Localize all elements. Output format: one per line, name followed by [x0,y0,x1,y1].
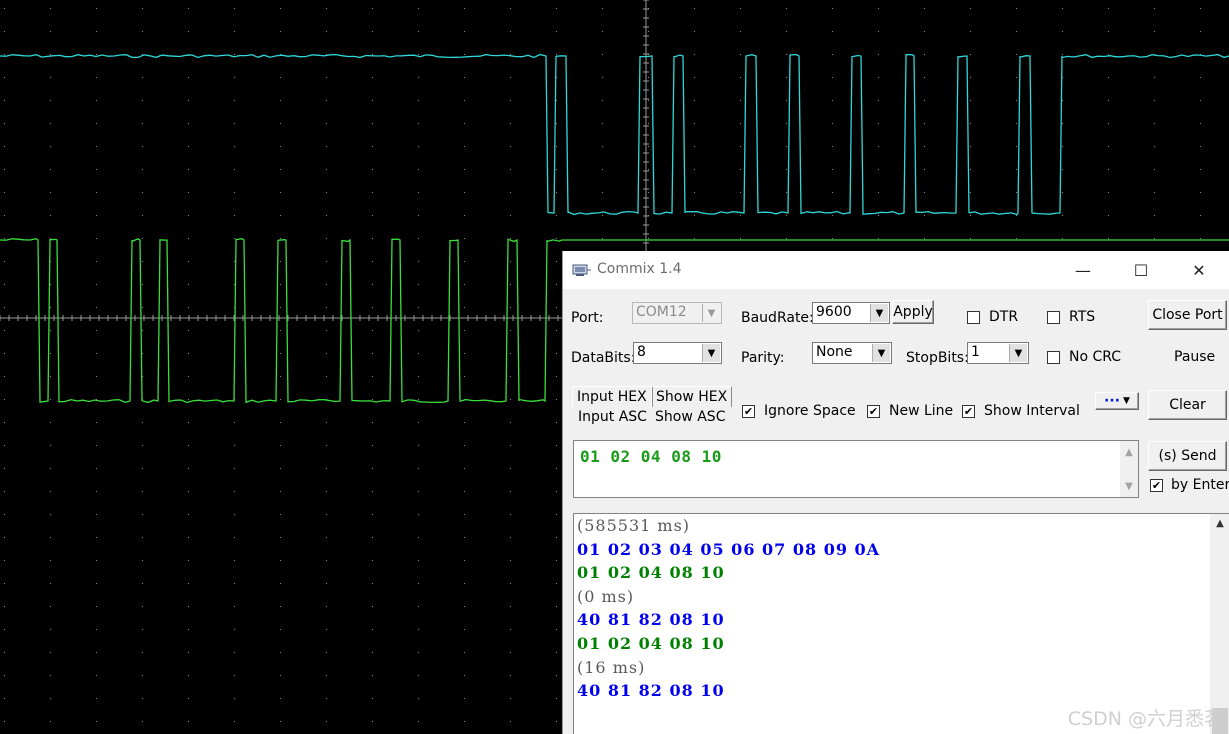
dtr-label: DTR [989,309,1019,325]
show-asc-option[interactable]: Show ASC [651,407,732,427]
show-hex-option[interactable]: Show HEX [651,386,733,407]
chevron-down-icon: ▼ [1009,344,1027,362]
window-title: Commix 1.4 [597,261,682,277]
receive-line: 01 02 04 08 10 [577,563,725,583]
receive-scrollbar[interactable]: ▲ [1210,514,1229,734]
show-interval-checkbox[interactable]: Show Interval [962,403,1080,419]
parity-label: Parity: [741,350,785,366]
cyan-trace [0,53,1229,216]
receive-line: 40 81 82 08 10 [577,610,725,630]
scroll-up-icon[interactable]: ▲ [1120,443,1138,461]
input-hex-option[interactable]: Input HEX [572,386,653,407]
receive-line: 40 81 82 08 10 [577,681,725,701]
apply-button[interactable]: Apply [892,300,934,324]
receive-line: (0 ms) [577,586,635,606]
send-scrollbar[interactable]: ▲ ▼ [1120,441,1138,497]
commix-window: Commix 1.4 — ☐ ✕ Port: COM12 ▼ BaudRate:… [562,251,1229,734]
send-button[interactable]: (s) Send [1148,441,1227,471]
receive-line: 01 02 04 08 10 [577,634,725,653]
databits-select[interactable]: 8 ▼ [633,342,722,364]
ellipsis-icon: ··· [1104,393,1121,409]
chevron-down-icon: ▼ [1123,396,1130,406]
app-icon [572,264,591,276]
checkmark-icon [1150,478,1163,492]
databits-label: DataBits: [571,350,636,366]
send-text: 01 02 04 08 10 [580,447,722,466]
more-options-button[interactable]: ··· ▼ [1095,392,1139,410]
port-label: Port: [571,310,604,326]
scroll-up-icon[interactable]: ▲ [1210,514,1229,532]
checkmark-icon [867,404,880,418]
parity-value: None [816,344,853,360]
by-enter-checkbox[interactable]: by Enter [1150,477,1229,493]
checkbox-icon [1047,350,1060,364]
chevron-down-icon: ▼ [870,304,888,322]
checkbox-icon [1047,310,1060,324]
no-crc-checkbox[interactable]: No CRC [1047,349,1121,365]
new-line-checkbox[interactable]: New Line [867,403,953,419]
baudrate-select[interactable]: 9600 ▼ [812,302,890,324]
close-port-button[interactable]: Close Port [1148,300,1227,330]
minimize-button[interactable]: — [1060,251,1106,289]
checkmark-icon [742,404,755,418]
no-crc-label: No CRC [1069,349,1122,365]
ignore-space-label: Ignore Space [764,403,856,419]
show-mode-toggle[interactable]: Show HEX Show ASC [651,386,733,427]
stopbits-label: StopBits: [906,350,969,366]
rts-label: RTS [1069,309,1096,325]
receive-line: 01 02 03 04 05 06 07 08 09 0A [577,539,881,559]
new-line-label: New Line [889,403,954,419]
parity-select[interactable]: None ▼ [812,342,892,364]
maximize-button[interactable]: ☐ [1118,251,1164,289]
checkmark-icon [962,404,975,418]
close-button[interactable]: ✕ [1176,251,1222,289]
databits-value: 8 [637,344,646,360]
receive-log[interactable]: (585531 ms) 01 02 03 04 05 06 07 08 09 0A… [573,513,1229,734]
chevron-down-icon: ▼ [702,304,720,322]
pause-button[interactable]: Pause [1174,349,1215,365]
port-value: COM12 [636,304,687,320]
receive-line: (16 ms) [577,657,646,677]
chevron-down-icon: ▼ [872,344,890,362]
receive-line: (585531 ms) [577,516,691,535]
watermark: CSDN @六月悉茗 [1067,708,1223,730]
clear-button[interactable]: Clear [1148,390,1227,420]
stopbits-select[interactable]: 1 ▼ [967,342,1029,364]
dtr-checkbox[interactable]: DTR [967,309,1018,325]
input-asc-option[interactable]: Input ASC [572,407,653,427]
scroll-down-icon[interactable]: ▼ [1120,477,1138,495]
chevron-down-icon: ▼ [702,344,720,362]
stopbits-value: 1 [971,344,980,360]
checkbox-icon [967,310,980,324]
rts-checkbox[interactable]: RTS [1047,309,1095,325]
baudrate-label: BaudRate: [741,310,814,326]
send-input[interactable]: 01 02 04 08 10 ▲ ▼ [573,440,1139,498]
by-enter-label: by Enter [1171,477,1229,493]
port-select[interactable]: COM12 ▼ [632,302,722,324]
title-bar: Commix 1.4 — ☐ ✕ [563,251,1229,289]
baudrate-value: 9600 [816,304,852,320]
show-interval-label: Show Interval [984,403,1080,419]
input-mode-toggle[interactable]: Input HEX Input ASC [572,386,653,427]
ignore-space-checkbox[interactable]: Ignore Space [742,403,856,419]
